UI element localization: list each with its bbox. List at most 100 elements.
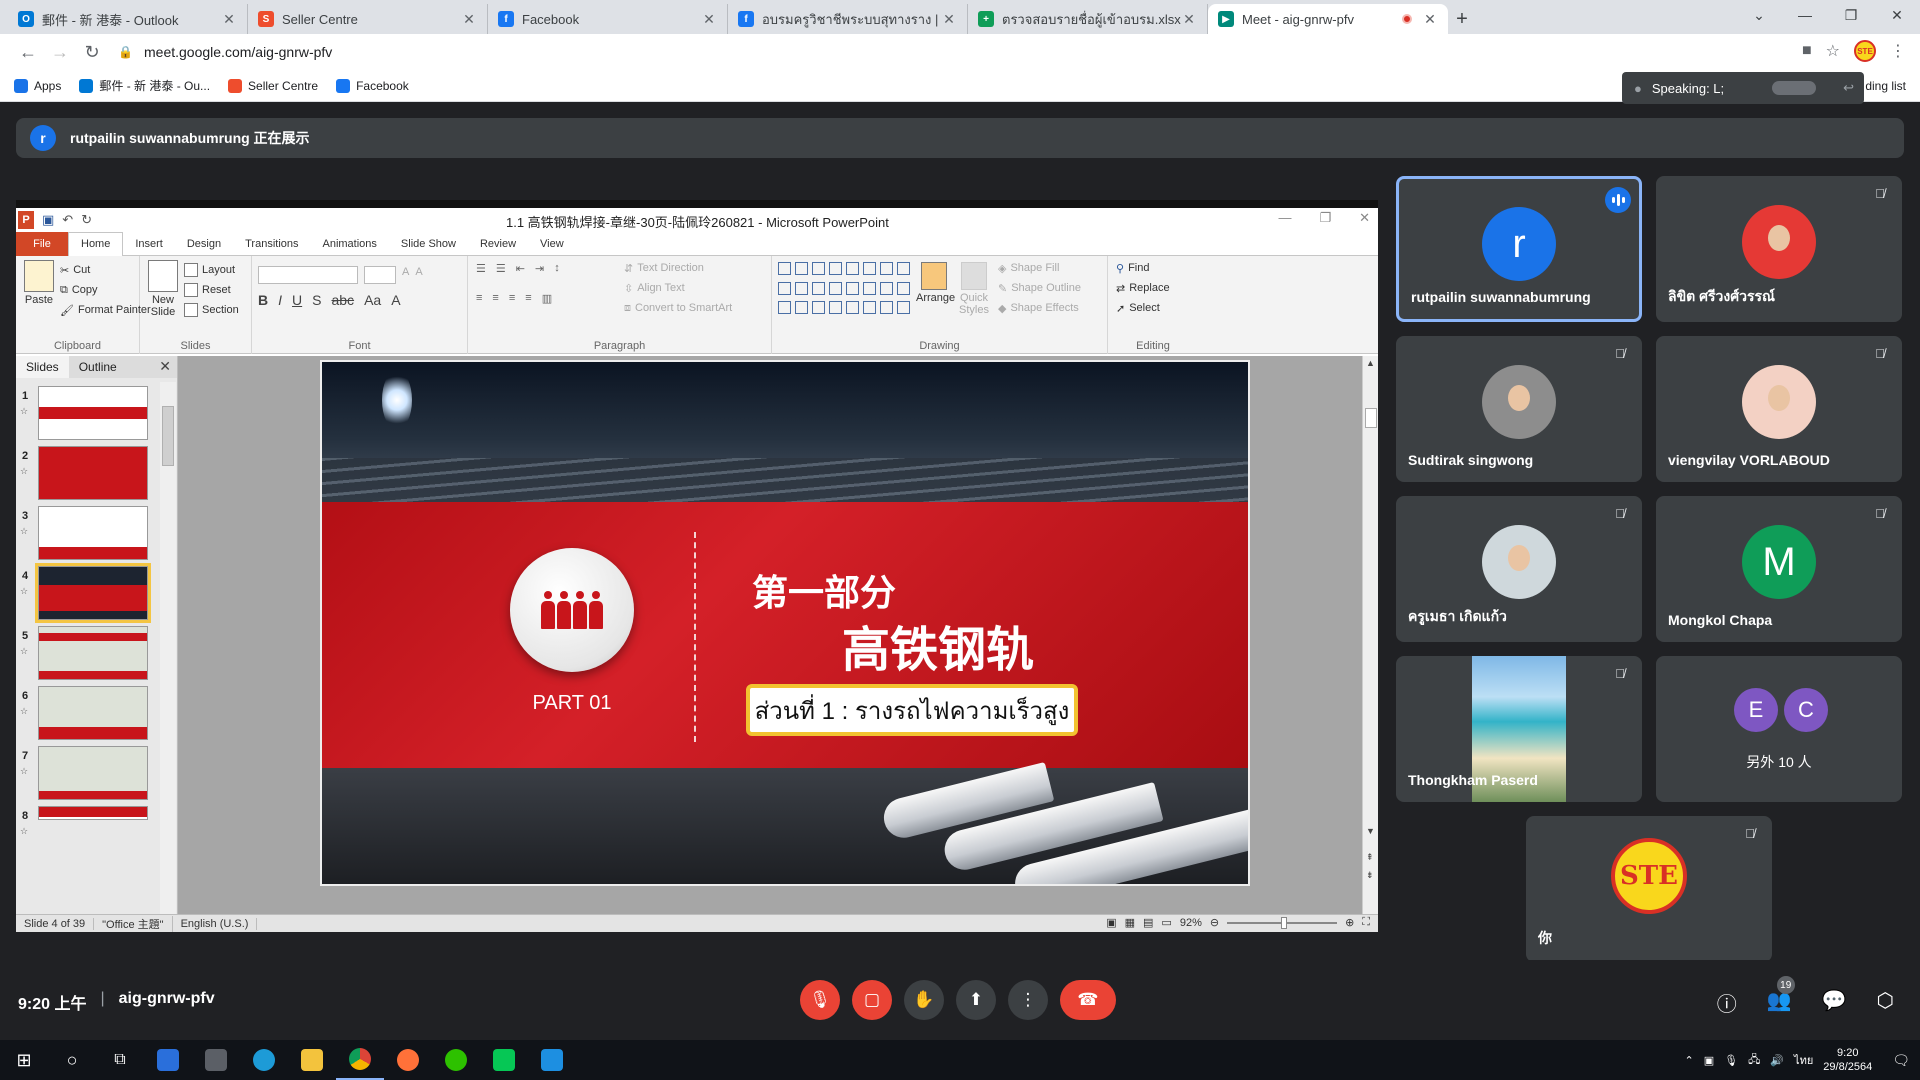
camera-app-button[interactable]	[192, 1040, 240, 1080]
browser-tab[interactable]: O 郵件 - 新 港泰 - Outlook ✕	[8, 4, 248, 34]
bookmark-star-icon[interactable]: ☆	[1826, 41, 1840, 61]
strike-button[interactable]: abc	[331, 292, 354, 308]
back-button[interactable]: ←	[12, 42, 44, 63]
slideshow-view-icon[interactable]: ▭	[1161, 916, 1171, 929]
participant-tile[interactable]: 🎙̸ Sudtirak singwong	[1396, 336, 1642, 482]
save-icon[interactable]: ▣	[42, 212, 54, 228]
zoom-in-icon[interactable]: ⊕	[1345, 916, 1354, 929]
browser-tab[interactable]: S Seller Centre ✕	[248, 4, 488, 34]
zoom-level[interactable]: 92%	[1180, 917, 1202, 929]
wechat-button[interactable]	[432, 1040, 480, 1080]
profile-avatar[interactable]: STE	[1854, 40, 1876, 62]
smartart-button[interactable]: ⧈ Convert to SmartArt	[624, 298, 732, 318]
chrome-button[interactable]	[336, 1040, 384, 1080]
leave-call-button[interactable]: ☎	[1060, 980, 1116, 1020]
align-center-icon[interactable]: ≡	[492, 292, 498, 305]
restore-button[interactable]: ❐	[1828, 7, 1874, 24]
grow-font-icon[interactable]: A	[402, 266, 409, 284]
slide-thumbnail[interactable]	[38, 446, 148, 500]
reading-list[interactable]: ding list	[1865, 79, 1906, 93]
ppt-restore[interactable]: ❐	[1319, 210, 1331, 226]
edge-button[interactable]	[240, 1040, 288, 1080]
browser-tab[interactable]: + ตรวจสอบรายชื่อผู้เข้าอบรม.xlsx - Goo✕	[968, 4, 1208, 34]
slide-thumbnail[interactable]	[38, 686, 148, 740]
shape-effects-button[interactable]: ◆ Shape Effects	[998, 298, 1081, 318]
ppt-minimize[interactable]: —	[1278, 210, 1291, 226]
slides-pane-scrollbar[interactable]	[160, 382, 176, 922]
search-button[interactable]: ○	[48, 1040, 96, 1080]
ribbon-tab-insert[interactable]: Insert	[123, 232, 175, 256]
numbering-icon[interactable]: ☰	[496, 262, 506, 275]
shape-fill-button[interactable]: ◈ Shape Fill	[998, 258, 1081, 278]
raise-hand-button[interactable]: ✋	[904, 980, 944, 1020]
menu-icon[interactable]: ⋮	[1890, 41, 1906, 61]
normal-view-icon[interactable]: ▣	[1106, 916, 1116, 929]
justify-icon[interactable]: ≡	[525, 292, 531, 305]
cut-button[interactable]: ✂ Cut	[60, 260, 151, 280]
case-button[interactable]: Aa	[364, 292, 381, 308]
minimize-button[interactable]: —	[1782, 7, 1828, 23]
indent-icon[interactable]: ⇤	[516, 262, 525, 275]
participant-tile[interactable]: 🎙̸ viengvilay VORLABOUD	[1656, 336, 1902, 482]
new-slide-button[interactable]: New Slide	[146, 260, 180, 318]
align-text-button[interactable]: ⇳ Align Text	[624, 278, 732, 298]
outdent-icon[interactable]: ⇥	[535, 262, 544, 275]
ribbon-tab-slide-show[interactable]: Slide Show	[389, 232, 468, 256]
browser-tab[interactable]: f Facebook ✕	[488, 4, 728, 34]
bookmark-item[interactable]: 郵件 - 新 港泰 - Ou...	[79, 77, 210, 94]
activities-icon[interactable]: ⬡	[1877, 988, 1894, 1017]
shapes-gallery[interactable]	[778, 262, 910, 318]
section-button[interactable]: Section	[184, 300, 239, 320]
align-right-icon[interactable]: ≡	[509, 292, 515, 305]
replace-button[interactable]: ⇄ Replace	[1116, 278, 1170, 298]
camera-off-button[interactable]: ▢	[852, 980, 892, 1020]
tray-chevron-icon[interactable]: ⌃	[1684, 1054, 1693, 1067]
address-bar[interactable]: 🔒 meet.google.com/aig-gnrw-pfv	[118, 38, 1758, 66]
forward-button[interactable]: →	[44, 42, 76, 63]
file-explorer-button[interactable]	[288, 1040, 336, 1080]
slide-thumbnail-row[interactable]: 6 ☆	[16, 686, 166, 752]
lock-icon[interactable]: 🔒	[118, 45, 136, 59]
font-size-box[interactable]	[364, 266, 396, 284]
slide-thumbnail-row[interactable]: 5 ☆	[16, 626, 166, 692]
line-button[interactable]	[480, 1040, 528, 1080]
close-tab-icon[interactable]: ✕	[1181, 11, 1197, 28]
tab-search-icon[interactable]: ⌄	[1736, 7, 1782, 24]
new-tab-button[interactable]: +	[1448, 4, 1476, 34]
notifications-icon[interactable]: 🗨	[1892, 1052, 1910, 1069]
bookmark-item[interactable]: Seller Centre	[228, 77, 318, 94]
participant-tile[interactable]: STE 🎙̸ 你	[1526, 816, 1772, 962]
slide-thumbnail-row[interactable]: 3 ☆	[16, 506, 166, 572]
input-language[interactable]: ไทย	[1794, 1051, 1813, 1069]
close-pane-icon[interactable]: ✕	[159, 358, 171, 375]
browser-tab[interactable]: f อบรมครูวิชาชีพระบบสุทางราง | Faceb✕	[728, 4, 968, 34]
zoom-slider[interactable]	[1227, 916, 1338, 929]
participant-tile[interactable]: E C 另外 10 人	[1656, 656, 1902, 802]
volume-icon[interactable]: 🔊	[1770, 1054, 1784, 1067]
sorter-view-icon[interactable]: ▦	[1125, 916, 1135, 929]
undo-icon[interactable]: ↶	[62, 212, 73, 228]
redo-icon[interactable]: ↻	[81, 212, 92, 228]
system-clock[interactable]: 9:20 29/8/2564	[1823, 1046, 1872, 1074]
shadow-button[interactable]: S	[312, 292, 321, 308]
slide-thumbnail[interactable]	[38, 506, 148, 560]
tab-slides[interactable]: Slides	[16, 356, 69, 378]
participant-tile[interactable]: r rutpailin suwannabumrung	[1396, 176, 1642, 322]
slide-thumbnail[interactable]	[38, 386, 148, 440]
reading-view-icon[interactable]: ▤	[1143, 916, 1153, 929]
shrink-font-icon[interactable]: A	[415, 266, 422, 284]
bold-button[interactable]: B	[258, 292, 268, 308]
format-painter-button[interactable]: 🖌 Format Painter	[60, 300, 151, 320]
layout-button[interactable]: Layout	[184, 260, 239, 280]
ribbon-tab-review[interactable]: Review	[468, 232, 528, 256]
ppt-close[interactable]: ✕	[1359, 210, 1370, 226]
network-icon[interactable]: 🖧	[1748, 1051, 1760, 1070]
firefox-button[interactable]	[384, 1040, 432, 1080]
close-tab-icon[interactable]: ✕	[221, 11, 237, 28]
ribbon-tab-design[interactable]: Design	[175, 232, 233, 256]
font-name-box[interactable]	[258, 266, 358, 284]
reload-button[interactable]: ↻	[76, 42, 108, 63]
close-tab-icon[interactable]: ✕	[461, 11, 477, 28]
bookmark-item[interactable]: Facebook	[336, 77, 409, 94]
shape-outline-button[interactable]: ✎ Shape Outline	[998, 278, 1081, 298]
